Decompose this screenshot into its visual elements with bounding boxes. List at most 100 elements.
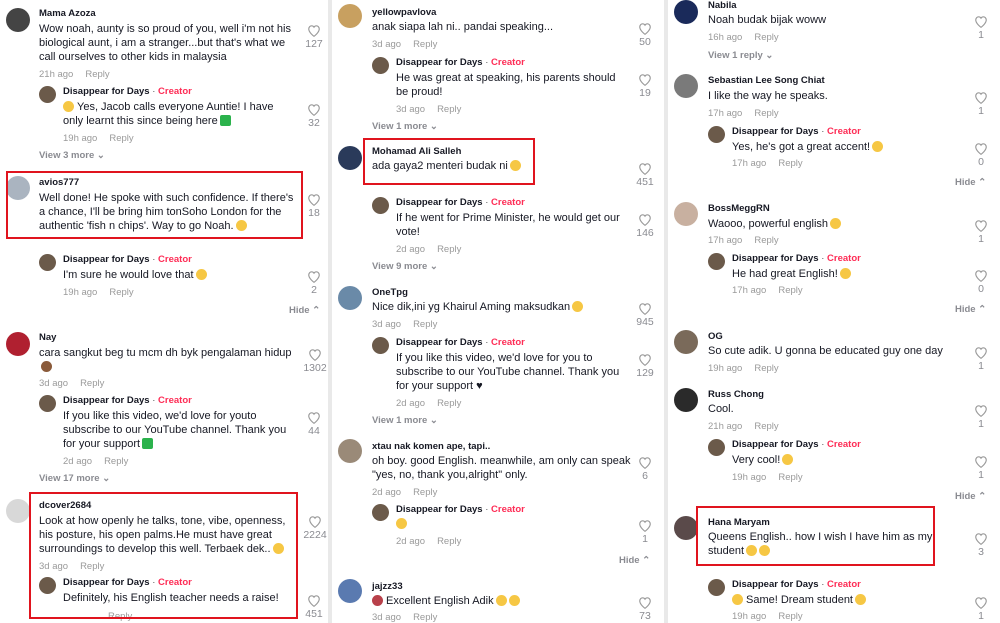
reply-button[interactable]: Reply [778, 611, 802, 622]
avatar[interactable] [708, 126, 725, 143]
reply-username[interactable]: Disappear for Days · Creator [732, 253, 861, 264]
reply-button[interactable]: Reply [437, 398, 461, 409]
avatar[interactable] [674, 74, 698, 98]
reply-username[interactable]: Disappear for Days · Creator [396, 504, 525, 515]
like-button[interactable]: 50 [634, 22, 656, 48]
avatar[interactable] [372, 337, 389, 354]
comment-username[interactable]: OneTpg [372, 287, 408, 298]
comment-username[interactable]: xtau nak komen ape, tapi.. [372, 441, 490, 452]
comment-username[interactable]: Russ Chong [708, 389, 764, 400]
like-button[interactable]: 44 [303, 411, 325, 437]
like-button[interactable]: 1302 [303, 348, 327, 374]
reply-button[interactable]: Reply [778, 472, 802, 483]
hide-replies-button[interactable]: Hide ⌃ [955, 491, 986, 502]
view-more-replies[interactable]: View 3 more ⌄ [39, 150, 105, 161]
hide-replies-button[interactable]: Hide ⌃ [955, 177, 986, 188]
like-button[interactable]: 1 [970, 596, 992, 622]
comment-username[interactable]: Nay [39, 332, 56, 343]
like-button[interactable]: 1 [970, 91, 992, 117]
avatar[interactable] [6, 499, 30, 523]
like-button[interactable]: 146 [634, 213, 656, 239]
avatar[interactable] [39, 395, 56, 412]
reply-username[interactable]: Disappear for Days · Creator [63, 254, 192, 265]
like-button[interactable]: 18 [303, 193, 325, 219]
reply-button[interactable]: Reply [754, 108, 778, 119]
comment-username[interactable]: Mama Azoza [39, 8, 96, 19]
like-button[interactable]: 129 [634, 353, 656, 379]
avatar[interactable] [674, 516, 698, 540]
like-button[interactable]: 1 [970, 455, 992, 481]
like-button[interactable]: 2224 [302, 515, 328, 541]
reply-button[interactable]: Reply [413, 487, 437, 498]
like-button[interactable]: 6 [634, 456, 656, 482]
like-button[interactable]: 32 [303, 103, 325, 129]
avatar[interactable] [674, 330, 698, 354]
like-button[interactable]: 1 [970, 404, 992, 430]
avatar[interactable] [338, 4, 362, 28]
reply-button[interactable]: Reply [754, 235, 778, 246]
reply-button[interactable]: Reply [437, 536, 461, 547]
reply-username[interactable]: Disappear for Days · Creator [63, 86, 192, 97]
reply-button[interactable]: Reply [754, 363, 778, 374]
avatar[interactable] [338, 579, 362, 603]
reply-button[interactable]: Reply [778, 285, 802, 296]
hide-replies-button[interactable]: Hide ⌃ [955, 304, 986, 315]
avatar[interactable] [338, 439, 362, 463]
reply-button[interactable]: Reply [413, 319, 437, 330]
avatar[interactable] [6, 332, 30, 356]
like-button[interactable]: 0 [970, 142, 992, 168]
avatar[interactable] [39, 86, 56, 103]
reply-button[interactable]: Reply [437, 244, 461, 255]
reply-button[interactable]: Reply [85, 69, 109, 80]
avatar[interactable] [338, 286, 362, 310]
like-button[interactable]: 1 [970, 219, 992, 245]
comment-username[interactable]: jajzz33 [372, 581, 403, 592]
hide-replies-button[interactable]: Hide ⌃ [289, 305, 320, 316]
view-more-replies[interactable]: View 9 more ⌄ [372, 261, 438, 272]
view-more-replies[interactable]: View 1 more ⌄ [372, 415, 438, 426]
avatar[interactable] [674, 0, 698, 24]
reply-button[interactable]: Reply [413, 39, 437, 50]
comment-username[interactable]: Nabila [708, 0, 737, 11]
like-button[interactable]: 19 [634, 73, 656, 99]
comment-username[interactable]: Sebastian Lee Song Chiat [708, 75, 825, 86]
reply-button[interactable]: Reply [413, 612, 437, 623]
comment-username[interactable]: yellowpavlova [372, 7, 436, 18]
like-button[interactable]: 1 [970, 15, 992, 41]
like-button[interactable]: 3 [970, 532, 992, 558]
reply-button[interactable]: Reply [80, 378, 104, 389]
avatar[interactable] [372, 197, 389, 214]
reply-username[interactable]: Disappear for Days · Creator [732, 579, 861, 590]
like-button[interactable]: 945 [632, 302, 658, 328]
reply-button[interactable]: Reply [778, 158, 802, 169]
like-button[interactable]: 0 [970, 269, 992, 295]
like-button[interactable]: 451 [634, 162, 656, 188]
reply-button[interactable]: Reply [109, 287, 133, 298]
reply-button[interactable]: Reply [754, 421, 778, 432]
like-button[interactable]: 127 [303, 24, 325, 50]
like-button[interactable]: 1 [634, 519, 656, 545]
avatar[interactable] [39, 254, 56, 271]
avatar[interactable] [674, 388, 698, 412]
avatar[interactable] [674, 202, 698, 226]
view-more-replies[interactable]: View 1 reply ⌄ [708, 50, 773, 61]
comment-username[interactable]: BossMeggRN [708, 203, 770, 214]
reply-button[interactable]: Reply [104, 456, 128, 467]
reply-username[interactable]: Disappear for Days · Creator [396, 57, 525, 68]
avatar[interactable] [6, 8, 30, 32]
avatar[interactable] [372, 57, 389, 74]
reply-username[interactable]: Disappear for Days · Creator [63, 395, 192, 406]
reply-username[interactable]: Disappear for Days · Creator [396, 197, 525, 208]
avatar[interactable] [708, 253, 725, 270]
reply-username[interactable]: Disappear for Days · Creator [732, 439, 861, 450]
like-button[interactable]: 1 [970, 346, 992, 372]
view-more-replies[interactable]: View 1 more ⌄ [372, 121, 438, 132]
reply-username[interactable]: Disappear for Days · Creator [732, 126, 861, 137]
reply-button[interactable]: Reply [754, 32, 778, 43]
like-button[interactable]: 451 [303, 594, 325, 620]
like-button[interactable]: 2 [303, 270, 325, 296]
reply-button[interactable]: Reply [437, 104, 461, 115]
like-button[interactable]: 73 [634, 596, 656, 622]
avatar[interactable] [708, 579, 725, 596]
comment-username[interactable]: OG [708, 331, 723, 342]
